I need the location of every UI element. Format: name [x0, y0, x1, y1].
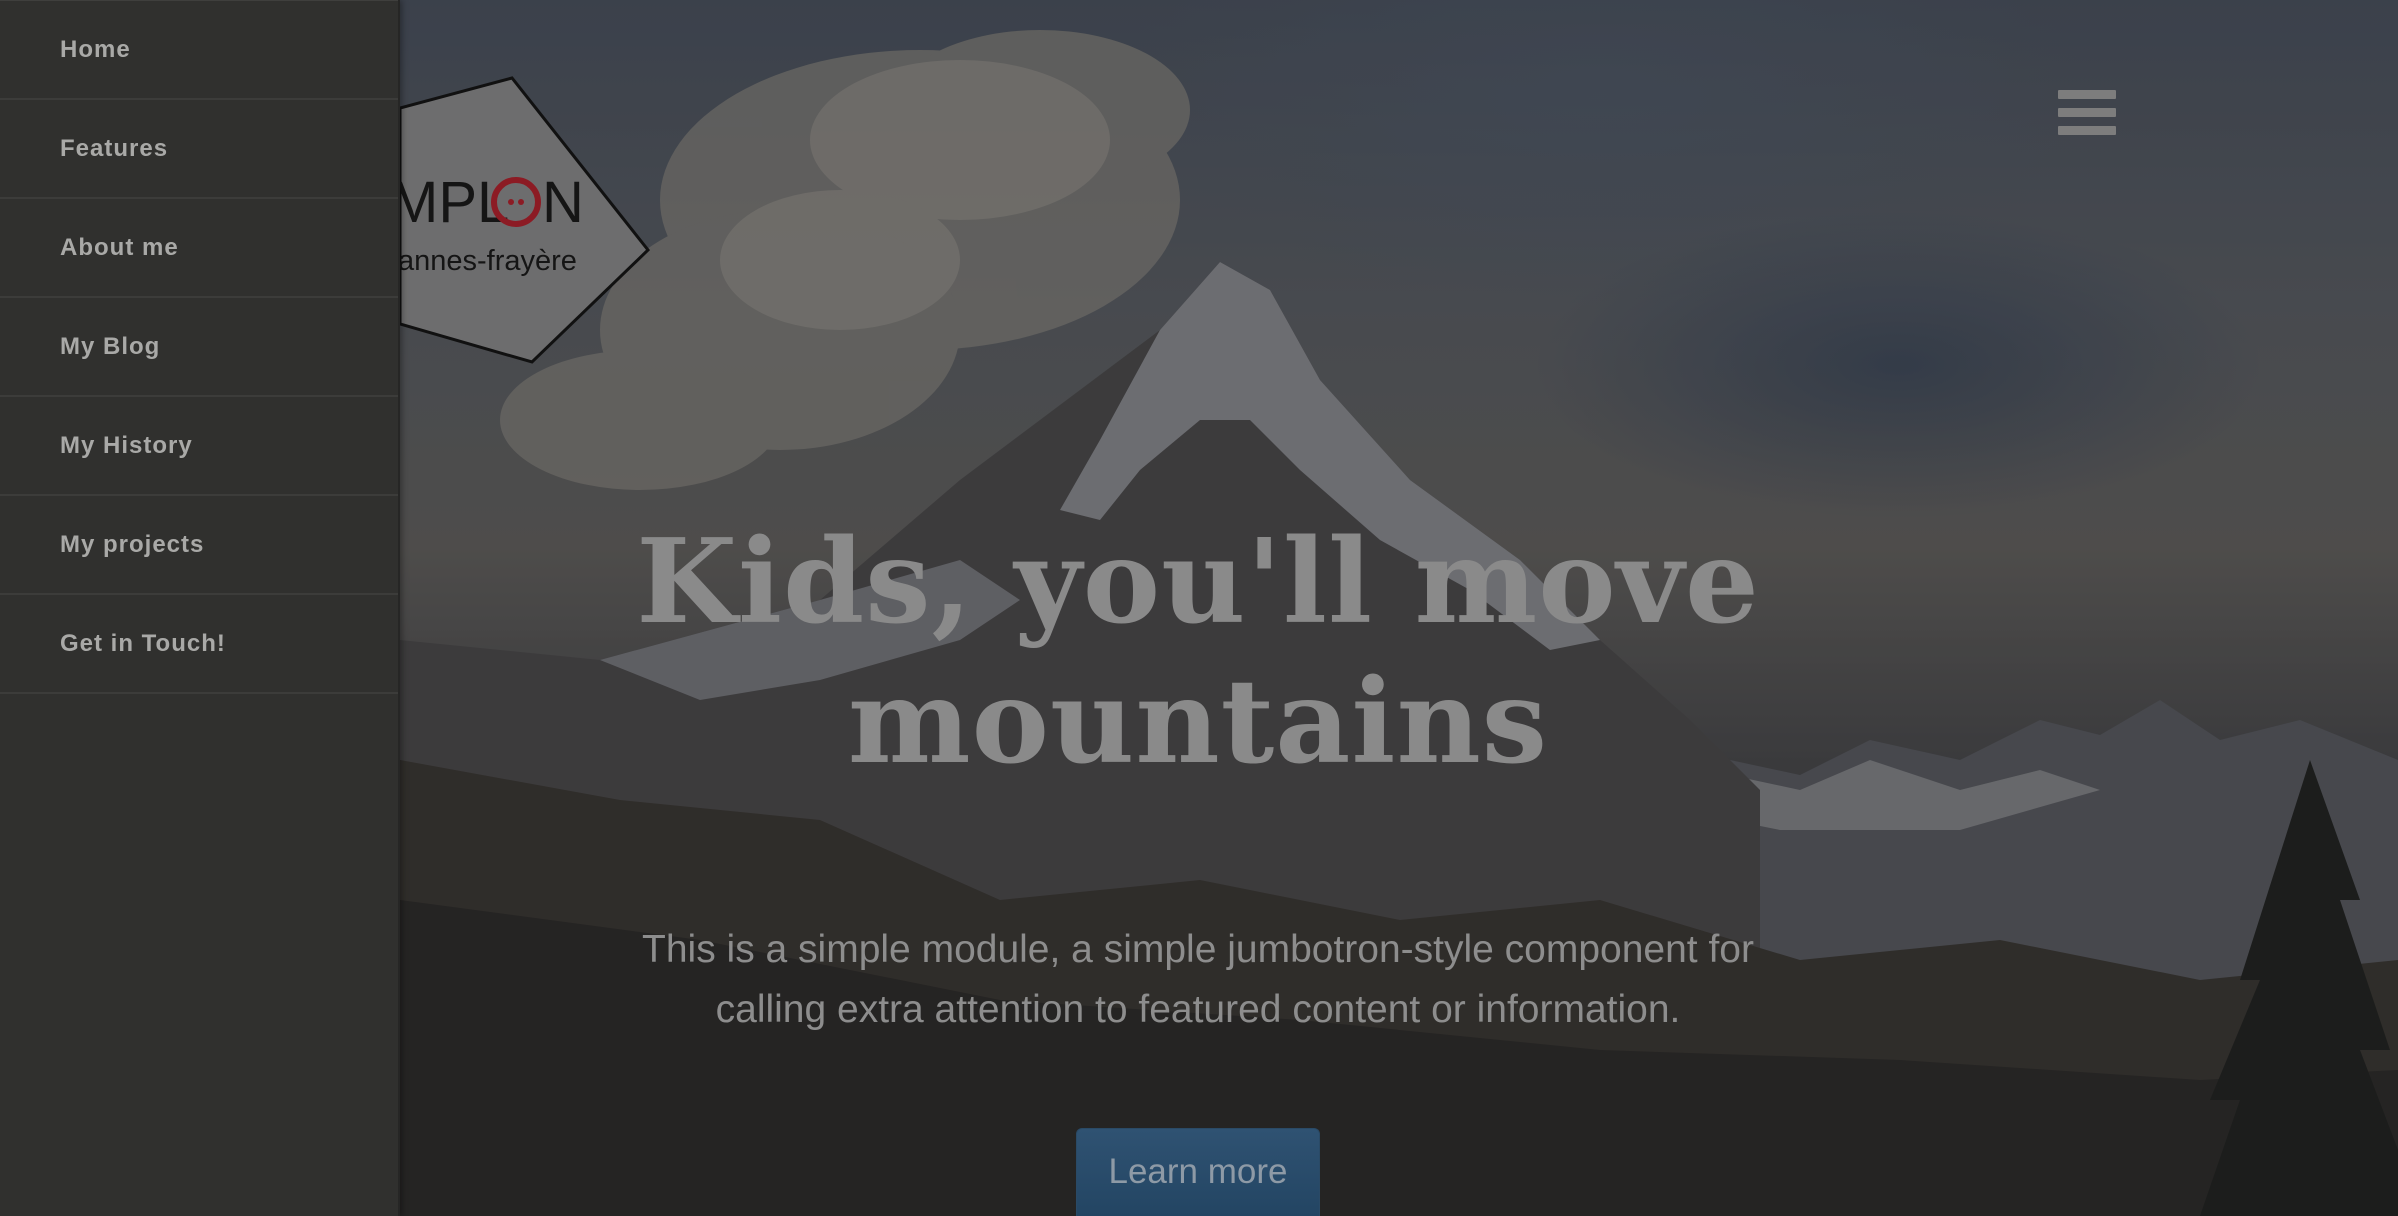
sidebar-item-my-projects[interactable]: My projects: [0, 496, 398, 595]
sidebar-item-label: My History: [60, 431, 193, 459]
sidebar-item-about-me[interactable]: About me: [0, 199, 398, 298]
sidebar-item-label: My Blog: [60, 332, 161, 360]
hamburger-bar: [2058, 90, 2116, 99]
sidebar-item-home[interactable]: Home: [0, 1, 398, 100]
sidebar-menu-list: Home Features About me My Blog My Histor…: [0, 0, 398, 694]
jumbotron-lead: This is a simple module, a simple jumbot…: [560, 920, 1836, 1040]
site-logo[interactable]: MPL N annes-frayère: [400, 74, 650, 364]
sidebar-item-label: Features: [60, 134, 169, 162]
learn-more-button[interactable]: Learn more: [1076, 1128, 1320, 1216]
hamburger-bar: [2058, 108, 2116, 117]
jumbotron-title: Kids, you'll move mountains: [560, 512, 1836, 792]
sidebar-item-my-history[interactable]: My History: [0, 397, 398, 496]
logo-subtitle: annes-frayère: [400, 245, 577, 277]
sidebar-item-features[interactable]: Features: [0, 100, 398, 199]
page: MPL N annes-frayère Kids, you'll move mo…: [0, 0, 2398, 1216]
sidebar-item-my-blog[interactable]: My Blog: [0, 298, 398, 397]
sidebar-item-label: Home: [60, 35, 131, 63]
jumbotron-title-line2: mountains: [847, 654, 1549, 790]
sidebar-nav: Home Features About me My Blog My Histor…: [0, 0, 400, 1216]
hamburger-menu-icon[interactable]: [2058, 88, 2118, 140]
sidebar-item-label: My projects: [60, 530, 205, 558]
sidebar-item-label: Get in Touch!: [60, 629, 226, 657]
jumbotron-lead-line2: calling extra attention to featured cont…: [715, 988, 1681, 1031]
jumbotron-title-line1: Kids, you'll move: [636, 514, 1760, 650]
jumbotron-lead-line1: This is a simple module, a simple jumbot…: [642, 928, 1754, 971]
sidebar-item-label: About me: [60, 233, 179, 261]
hamburger-bar: [2058, 126, 2116, 135]
logo-text-end: N: [542, 170, 584, 235]
logo-hexagon: MPL N annes-frayère: [400, 76, 650, 364]
sidebar-item-get-in-touch[interactable]: Get in Touch!: [0, 595, 398, 694]
